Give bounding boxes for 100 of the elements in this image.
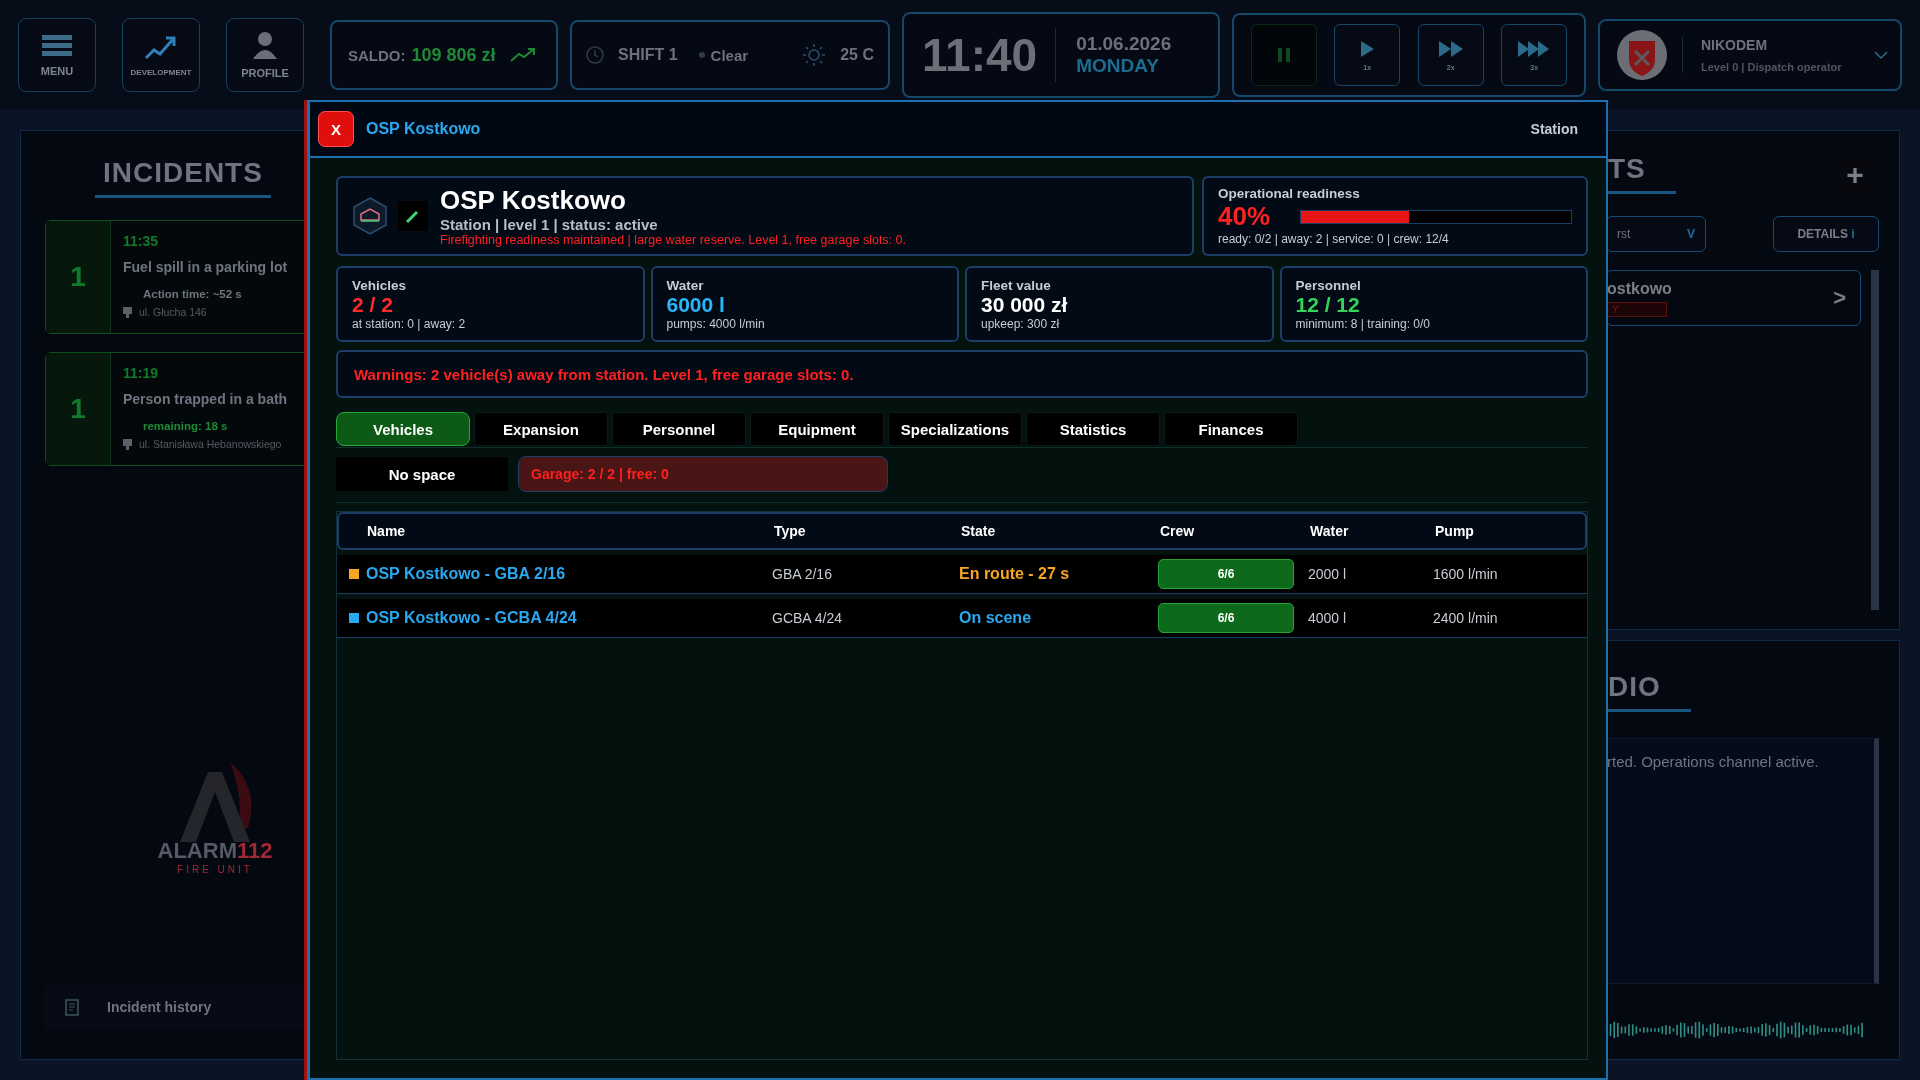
column-header: Type [774, 523, 807, 539]
station-name: OSP Kostkowo [440, 185, 627, 216]
readiness-percent: 40% [1218, 201, 1271, 232]
stat-detail: minimum: 8 | training: 0/0 [1295, 317, 1431, 331]
status-badge: Y [1607, 301, 1667, 317]
pin-icon [123, 306, 132, 318]
weather-label: Clear [710, 46, 749, 64]
incident-title: Person trapped in a bath [123, 391, 288, 407]
dialog-title: OSP Kostkowo [366, 120, 482, 138]
balance-label: SALDO: [348, 46, 406, 64]
nav-button[interactable]: DEVELOPMENT [122, 18, 200, 92]
play-icon [1359, 39, 1376, 58]
stat-label: Water [666, 278, 705, 293]
column-header: Water [1310, 523, 1350, 539]
warning-text: Warnings: 2 vehicle(s) away from station. Level 1, free garage slots: 0. [354, 365, 854, 383]
stat-value: 2 / 2 [352, 293, 394, 317]
speed-button[interactable] [1250, 24, 1317, 86]
chevron-down-icon[interactable] [1874, 51, 1888, 59]
logo-tagline: FIRE UNIT [177, 864, 253, 875]
stat-label: Personnel [1295, 278, 1362, 293]
crew-badge: 6/6 [1158, 603, 1294, 633]
stat-value: 12 / 12 [1295, 293, 1361, 317]
nav-button[interactable]: MENU [18, 18, 96, 92]
stat-detail: upkeep: 300 zł [981, 317, 1061, 331]
temperature-label: 25 C [840, 46, 874, 64]
stat-value: 6000 l [666, 293, 726, 317]
tab[interactable]: Vehicles [336, 412, 470, 446]
sun-icon [802, 43, 827, 67]
incident-timer: remaining: 18 s [143, 420, 229, 432]
column-header: State [961, 523, 997, 539]
menu-icon [42, 33, 72, 57]
dialog-type: Station [1530, 121, 1578, 137]
readiness-label: Operational readiness [1218, 186, 1361, 201]
incident-count: 1 [46, 221, 111, 333]
close-button[interactable]: X [318, 111, 354, 147]
no-space-button[interactable]: No space [336, 457, 508, 491]
vehicle-state: On scene [959, 609, 1033, 627]
pencil-icon [405, 208, 421, 224]
unit-card[interactable]: ostkowo Y > [1606, 270, 1861, 326]
readiness-summary: ready: 0/2 | away: 2 | service: 0 | crew: 12/4 [1218, 232, 1450, 246]
day-label: MONDAY [1076, 55, 1160, 77]
table-cell-text: 2400 l/min [1433, 610, 1499, 626]
document-icon [65, 998, 79, 1016]
fire-station-icon [350, 196, 390, 236]
incident-count: 1 [46, 353, 111, 465]
pin-icon [123, 438, 132, 450]
garage-status: Garage: 2 / 2 | free: 0 [518, 456, 888, 492]
tab[interactable]: Finances [1164, 412, 1298, 446]
stat-value: 30 000 zł [981, 293, 1069, 317]
incident-timer: Action time: ~52 s [143, 288, 243, 300]
panel-title: INCIDENTS [95, 157, 271, 198]
table-cell-text: 4000 l [1308, 610, 1348, 626]
vehicle-name[interactable]: OSP Kostkowo - GBA 2/16 [366, 565, 566, 583]
incident-time: 11:19 [123, 365, 160, 381]
column-header: Crew [1160, 523, 1196, 539]
radio-message: rted. Operations channel active. [1607, 753, 1819, 770]
crew-badge: 6/6 [1158, 559, 1294, 589]
incident-address: ul. Głucha 146 [139, 306, 207, 318]
incident-time: 11:35 [123, 233, 160, 249]
shift-label: SHIFT 1 [618, 46, 678, 64]
clock-time: 11:40 [922, 28, 1057, 82]
fast-forward-icon [1437, 39, 1464, 58]
table-cell-text: 1600 l/min [1433, 566, 1499, 582]
station-subtitle: Station | level 1 | status: active [440, 216, 659, 233]
vehicle-name[interactable]: OSP Kostkowo - GCBA 4/24 [366, 609, 577, 627]
tab[interactable]: Personnel [612, 412, 746, 446]
vehicle-state: En route - 27 s [959, 565, 1071, 583]
date-label: 01.06.2026 [1076, 33, 1172, 55]
stat-detail: pumps: 4000 l/min [666, 317, 766, 331]
tab[interactable]: Equipment [750, 412, 884, 446]
edit-button[interactable] [398, 201, 428, 231]
table-cell-text: 2000 l [1308, 566, 1348, 582]
table-cell-text: GBA 2/16 [772, 566, 833, 582]
station-note: Firefighting readiness maintained | large water reserve. Level 1, free garage slots: 0. [440, 233, 906, 247]
stat-detail: at station: 0 | away: 2 [352, 317, 467, 331]
pause-icon [1276, 47, 1291, 63]
tab[interactable]: Specializations [888, 412, 1022, 446]
tab[interactable]: Expansion [474, 412, 608, 446]
logo-number: 112 [236, 838, 273, 863]
avatar-icon [1616, 29, 1668, 81]
stat-label: Vehicles [352, 278, 408, 293]
column-header: Pump [1435, 523, 1475, 539]
user-icon [252, 31, 278, 59]
logo-name: ALARM [157, 838, 237, 863]
scrollbar[interactable] [1871, 270, 1879, 610]
open-arrow: > [1833, 285, 1846, 311]
incident-title: Fuel spill in a parking lot [123, 259, 288, 275]
trend-up-icon [509, 47, 536, 63]
tab[interactable]: Statistics [1026, 412, 1160, 446]
user-role: Level 0 | Dispatch operator [1701, 61, 1843, 73]
status-dot-icon [697, 51, 706, 59]
sort-dropdown[interactable]: rst V [1606, 216, 1706, 252]
details-button[interactable]: DETAILS i [1773, 216, 1879, 252]
nav-button[interactable]: PROFILE [226, 18, 304, 92]
user-name: NIKODEM [1701, 37, 1769, 53]
stat-label: Fleet value [981, 278, 1052, 293]
incident-address: ul. Stanisława Hebanowskiego [139, 438, 282, 450]
vehicle-row[interactable]: OSP Kostkowo - GCBA 4/24 GCBA 4/24 On scene 6/6 4000 l 2400 l/min [337, 599, 1587, 638]
clock-icon [586, 46, 604, 64]
vehicle-row[interactable]: OSP Kostkowo - GBA 2/16 GBA 2/16 En route - 27 s 6/6 2000 l 1600 l/min [337, 555, 1587, 594]
